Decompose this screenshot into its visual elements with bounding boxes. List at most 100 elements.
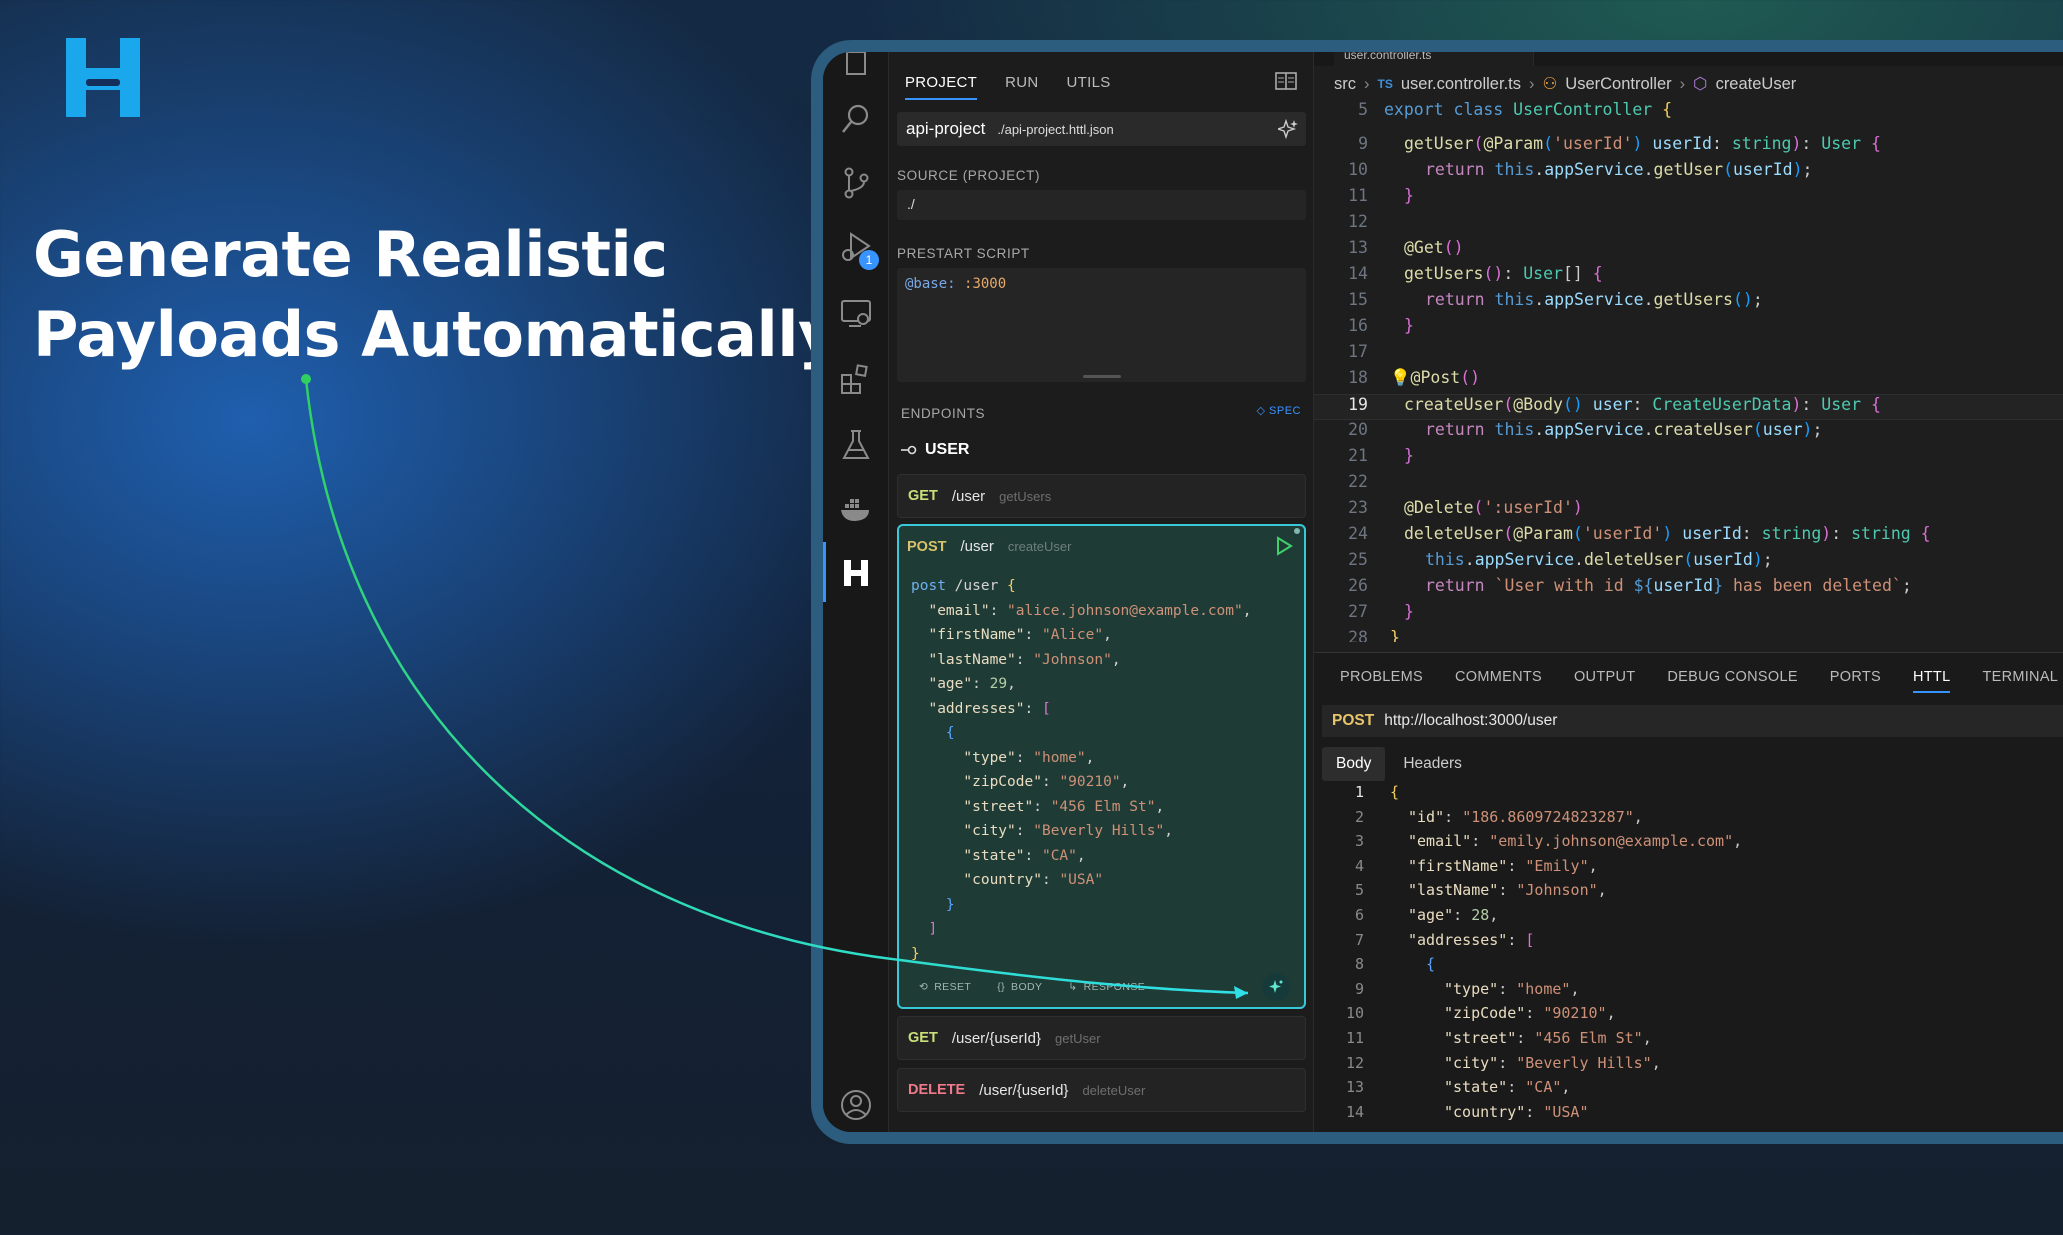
request-footer: ⟲ RESET {} BODY ↳ RESPONSE	[899, 967, 1304, 1007]
sparkle-icon[interactable]	[1278, 119, 1298, 139]
lightbulb-icon: 💡	[1390, 368, 1411, 387]
panel-tabs: PROBLEMS COMMENTS OUTPUT DEBUG CONSOLE P…	[1340, 669, 2058, 693]
side-tabs: PROJECT RUN UTILS	[905, 62, 1111, 100]
response-body[interactable]: 1{ 2 "id": "186.8609724823287", 3 "email":…	[1314, 783, 2063, 1127]
code-line: 16}	[1348, 316, 1414, 335]
code-line: 25 this.appService.deleteUser(userId);	[1348, 550, 1773, 569]
editor-tabstrip: user.controller.ts	[1314, 52, 2063, 66]
response-line: 12 "city": "Beverly Hills",	[1345, 1053, 1661, 1072]
code-line: 20 return this.appService.createUser(user…	[1348, 420, 1823, 439]
status-dot-icon	[1294, 528, 1300, 534]
resize-grip[interactable]	[1082, 375, 1121, 378]
ide-window: 1 PROJECT RUN UTILS api-project ./api-pr…	[823, 52, 2063, 1132]
code-line: 26 return `User with id ${userId} has bee…	[1348, 576, 1912, 595]
prestart-script-editor[interactable]: @base: :3000	[897, 268, 1306, 382]
headline-line-2: Payloads Automatically	[33, 298, 838, 371]
editor-tab[interactable]: user.controller.ts	[1334, 52, 1534, 66]
generate-payload-icon[interactable]	[1262, 973, 1290, 1001]
breadcrumb-file[interactable]: user.controller.ts	[1401, 75, 1521, 94]
code-line: 10 return this.appService.getUser(userId)…	[1348, 160, 1813, 179]
testing-flask-icon[interactable]	[839, 428, 873, 462]
tab-headers[interactable]: Headers	[1389, 747, 1476, 781]
request-url-bar[interactable]: POST http://localhost:3000/user	[1322, 705, 2063, 737]
httl-logo	[66, 38, 140, 117]
breadcrumb-method[interactable]: createUser	[1716, 75, 1797, 94]
code-line: 17	[1348, 342, 1368, 361]
tab-httl[interactable]: HTTL	[1913, 669, 1951, 693]
chevron-right-icon: ›	[1679, 74, 1686, 93]
endpoint-op: getUsers	[999, 488, 1052, 504]
endpoint-post-user-expanded[interactable]: POST /user createUser post /user { "emai…	[897, 524, 1306, 1009]
endpoint-get-users[interactable]: GET /user getUsers	[897, 474, 1306, 518]
active-indicator	[823, 542, 826, 602]
account-icon[interactable]	[839, 1088, 873, 1122]
spec-link[interactable]: ◇ SPEC	[1257, 404, 1301, 417]
endpoint-op: getUser	[1055, 1030, 1101, 1046]
search-icon[interactable]	[839, 102, 873, 136]
code-line: 11}	[1348, 186, 1414, 205]
typescript-icon: TS	[1377, 77, 1393, 91]
tab-comments[interactable]: COMMENTS	[1455, 669, 1542, 693]
httl-side-panel: PROJECT RUN UTILS api-project ./api-proj…	[889, 52, 1314, 1132]
endpoint-path: /user	[960, 538, 994, 555]
remote-explorer-icon[interactable]	[839, 296, 873, 330]
code-line: 9 getUser(@Param('userId') userId: string…	[1358, 134, 1881, 153]
response-line: 5 "lastName": "Johnson",	[1354, 881, 1607, 900]
headline-line-1: Generate Realistic	[33, 218, 668, 291]
endpoint-method: DELETE	[908, 1082, 966, 1098]
breadcrumb-class[interactable]: UserController	[1565, 75, 1671, 94]
response-line: 7 "addresses": [	[1354, 930, 1535, 949]
prestart-base: @base:	[905, 276, 956, 292]
source-control-icon[interactable]	[839, 166, 873, 200]
group-name: USER	[925, 441, 970, 458]
endpoint-get-user-by-id[interactable]: GET /user/{userId} getUser	[897, 1016, 1306, 1060]
tab-project[interactable]: PROJECT	[905, 62, 978, 100]
response-line: 14 "country": "USA"	[1345, 1102, 1589, 1121]
response-tabs: Body Headers	[1322, 747, 1476, 781]
response-line: 13 "state": "CA",	[1345, 1078, 1571, 1097]
request-method: POST	[1332, 712, 1375, 729]
response-line: 11 "street": "456 Elm St",	[1345, 1028, 1652, 1047]
class-icon: ⚇	[1542, 75, 1558, 93]
run-request-icon[interactable]	[1274, 536, 1294, 556]
activity-bar: 1	[823, 52, 889, 1132]
tab-output[interactable]: OUTPUT	[1574, 669, 1635, 693]
code-line: 23 @Delete(':userId')	[1348, 498, 1583, 517]
body-button[interactable]: {} BODY	[997, 981, 1042, 993]
project-selector[interactable]: api-project ./api-project.httl.json	[897, 112, 1306, 146]
endpoint-group-user[interactable]: USER	[901, 441, 969, 459]
book-icon[interactable]	[1275, 72, 1297, 90]
code-line: 27}	[1348, 602, 1414, 621]
response-button[interactable]: ↳ RESPONSE	[1068, 981, 1145, 993]
tab-terminal[interactable]: TERMINAL	[1982, 669, 2058, 693]
extensions-icon[interactable]	[839, 362, 873, 396]
tab-run[interactable]: RUN	[1005, 62, 1038, 100]
reset-button[interactable]: ⟲ RESET	[919, 981, 971, 993]
endpoint-path: /user	[951, 487, 986, 505]
response-line: 10 "zipCode": "90210",	[1345, 1004, 1616, 1023]
tab-utils[interactable]: UTILS	[1067, 62, 1111, 100]
spec-label: SPEC	[1269, 405, 1301, 417]
endpoint-delete-user[interactable]: DELETE /user/{userId} deleteUser	[897, 1068, 1306, 1112]
tab-body[interactable]: Body	[1322, 747, 1386, 781]
code-lines[interactable]: 5 export class UserController { 9 getUser(…	[1314, 100, 2063, 642]
tab-ports[interactable]: PORTS	[1830, 669, 1881, 693]
code-line: 18 💡@Post()	[1348, 368, 1481, 387]
project-path: ./api-project.httl.json	[997, 121, 1114, 137]
code-line: 24 deleteUser(@Param('userId') userId: st…	[1348, 524, 1931, 543]
files-icon[interactable]	[839, 52, 873, 80]
httl-icon[interactable]	[839, 556, 873, 590]
tab-problems[interactable]: PROBLEMS	[1340, 669, 1423, 693]
docker-icon[interactable]	[839, 492, 873, 526]
chevron-right-icon: ›	[1528, 74, 1535, 93]
endpoint-method: GET	[908, 488, 938, 504]
request-body-editor[interactable]: post /user { "email": "alice.johnson@exa…	[911, 574, 1251, 966]
code-line: 13 @Get()	[1348, 238, 1464, 257]
code-line: 15 return this.appService.getUsers();	[1348, 290, 1763, 309]
source-input[interactable]: ./	[897, 190, 1306, 220]
response-line: 4 "firstName": "Emily",	[1354, 856, 1598, 875]
breadcrumb-folder[interactable]: src	[1334, 75, 1356, 94]
endpoint-path: /user/{userId}	[951, 1029, 1042, 1047]
tab-debug-console[interactable]: DEBUG CONSOLE	[1667, 669, 1797, 693]
endpoint-method: POST	[907, 538, 947, 555]
